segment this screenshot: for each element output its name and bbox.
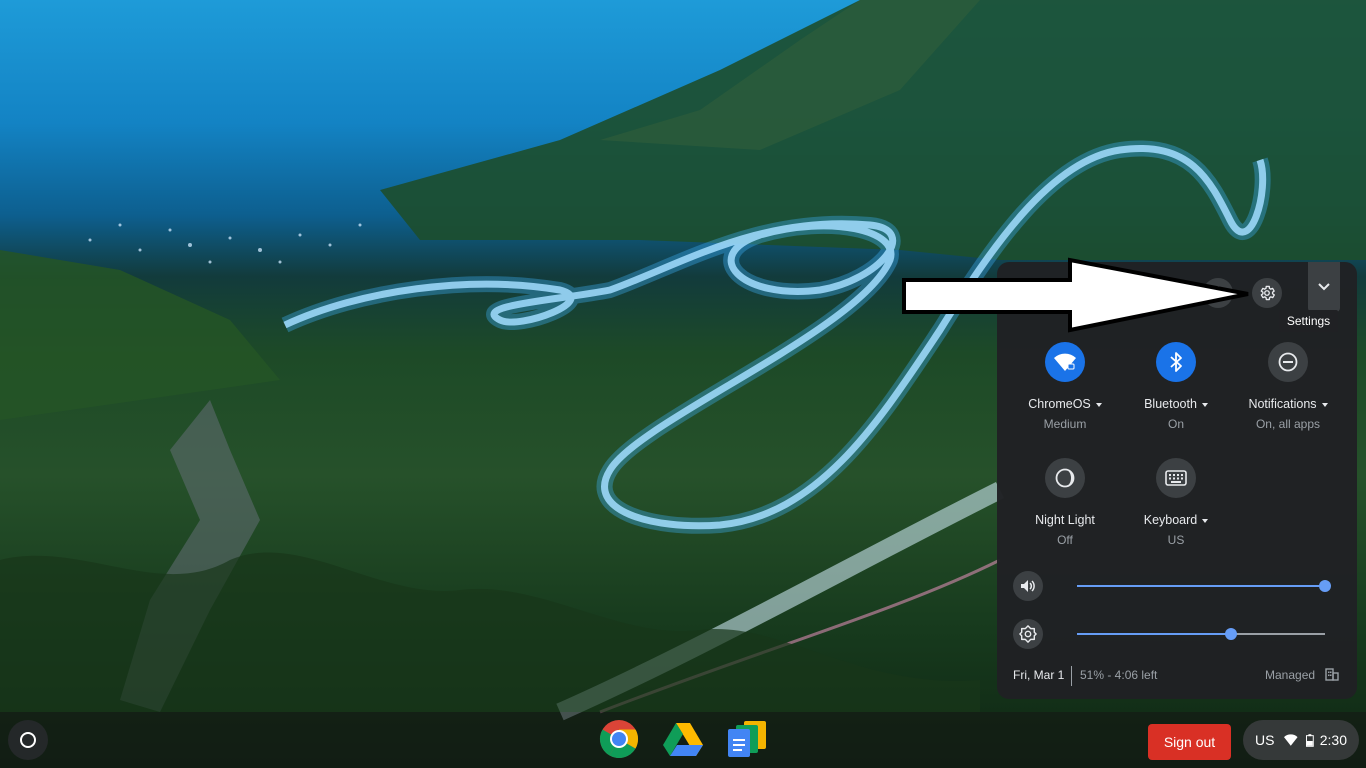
enterprise-building-icon[interactable] <box>1325 667 1339 681</box>
tray-footer: Fri, Mar 1 51% - 4:06 left Managed <box>997 662 1357 690</box>
brightness-icon <box>1019 625 1037 643</box>
chrome-icon <box>599 720 639 759</box>
battery-status[interactable]: 51% - 4:06 left <box>1080 668 1157 682</box>
notifications-toggle[interactable] <box>1268 342 1308 382</box>
feature-label: Bluetooth <box>1121 397 1231 411</box>
footer-divider <box>1071 666 1072 686</box>
shelf-app-chrome[interactable] <box>598 718 640 760</box>
shelf-app-drive[interactable] <box>662 718 704 760</box>
settings-tooltip: Settings <box>1279 310 1338 332</box>
volume-slider-thumb[interactable] <box>1319 580 1331 592</box>
mute-button[interactable] <box>1013 571 1043 601</box>
feature-pod-bluetooth[interactable]: Bluetooth On <box>1121 342 1231 431</box>
brightness-slider-thumb[interactable] <box>1224 628 1237 640</box>
keyboard-toggle[interactable] <box>1156 458 1196 498</box>
wifi-status-icon <box>1284 734 1298 746</box>
feature-label: Keyboard <box>1121 513 1231 527</box>
feature-label: ChromeOS <box>1010 397 1120 411</box>
dropdown-caret-icon <box>1095 402 1102 407</box>
drive-icon <box>663 723 703 756</box>
feature-pod-keyboard[interactable]: Keyboard US <box>1121 458 1231 547</box>
settings-button[interactable] <box>1252 278 1282 308</box>
dropdown-caret-icon <box>1321 402 1328 407</box>
managed-label[interactable]: Managed <box>1265 668 1315 682</box>
feature-sublabel: On, all apps <box>1255 417 1321 431</box>
feature-pod-notifications[interactable]: Notifications On, all apps <box>1233 342 1343 431</box>
date-label[interactable]: Fri, Mar 1 <box>1013 668 1064 682</box>
network-toggle[interactable] <box>1045 342 1085 382</box>
collapse-button[interactable] <box>1308 262 1340 312</box>
bluetooth-toggle[interactable] <box>1156 342 1196 382</box>
clock: 2:30 <box>1319 732 1347 748</box>
gear-icon <box>1260 285 1275 301</box>
night-light-icon <box>1055 468 1075 488</box>
volume-slider-fill <box>1077 585 1325 587</box>
wifi-icon <box>1054 353 1076 371</box>
sign-out-button[interactable]: Sign out <box>1148 724 1231 760</box>
brightness-slider[interactable] <box>1077 628 1325 640</box>
feature-sublabel: Off <box>1057 533 1073 547</box>
docs-icon <box>728 721 766 757</box>
do-not-disturb-icon <box>1278 352 1298 372</box>
launcher-icon <box>20 732 36 748</box>
volume-slider[interactable] <box>1077 580 1331 592</box>
feature-pod-night-light[interactable]: Night Light Off <box>1010 458 1120 547</box>
volume-icon <box>1021 580 1035 592</box>
annotation-arrow-icon <box>902 257 1249 333</box>
chevron-down-icon <box>1318 283 1330 291</box>
dropdown-caret-icon <box>1201 402 1208 407</box>
bluetooth-icon <box>1170 352 1182 372</box>
feature-label: Night Light <box>1035 513 1095 527</box>
brightness-slider-fill <box>1077 633 1231 635</box>
ime-indicator: US <box>1255 732 1275 748</box>
feature-sublabel: US <box>1167 533 1185 547</box>
feature-pod-network[interactable]: ChromeOS Medium <box>1010 342 1120 431</box>
feature-sublabel: On <box>1167 417 1184 431</box>
launcher-button[interactable] <box>8 720 48 760</box>
keyboard-icon <box>1165 470 1187 486</box>
feature-label: Notifications <box>1233 397 1343 411</box>
night-light-toggle[interactable] <box>1045 458 1085 498</box>
battery-icon <box>1306 733 1314 747</box>
feature-sublabel: Medium <box>1043 417 1087 431</box>
dropdown-caret-icon <box>1202 518 1209 523</box>
brightness-button <box>1013 619 1043 649</box>
status-area[interactable]: US 2:30 <box>1243 720 1359 760</box>
shelf-app-docs[interactable] <box>726 718 768 760</box>
